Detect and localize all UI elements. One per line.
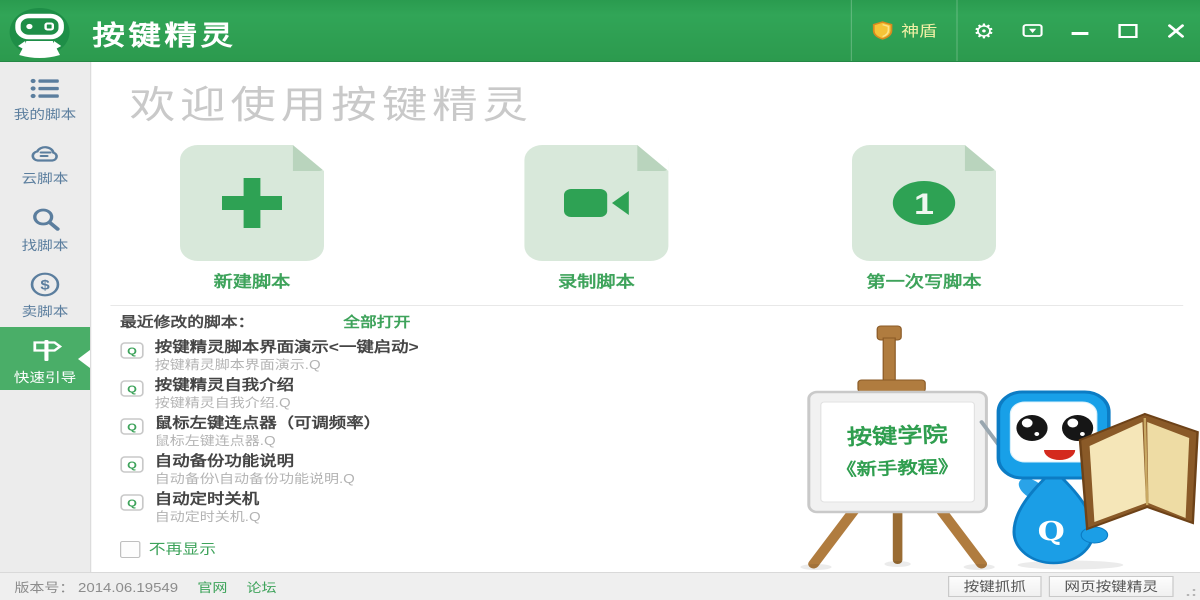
- titlebar-controls: 神盾 ⚙: [848, 0, 1200, 61]
- key-grab-button[interactable]: 按键抓抓: [948, 576, 1042, 597]
- close-button[interactable]: [1152, 0, 1200, 61]
- svg-text:Q: Q: [127, 498, 137, 509]
- shield-badge[interactable]: 神盾: [854, 0, 954, 61]
- tray-menu-icon[interactable]: [1008, 0, 1056, 61]
- recent-script-row[interactable]: Q 按键精灵自我介绍 按键精灵自我介绍.Q: [120, 378, 744, 411]
- sidebar-item-label: 卖脚本: [22, 301, 69, 320]
- script-filename: 按键精灵脚本界面演示.Q: [155, 357, 419, 373]
- card-label: 录制脚本: [524, 268, 668, 292]
- gear-icon[interactable]: ⚙: [960, 0, 1008, 61]
- title-bar: 按键精灵 神盾 ⚙: [0, 0, 1200, 62]
- minimize-button[interactable]: [1056, 0, 1104, 61]
- recent-script-row[interactable]: Q 鼠标左键连点器（可调频率） 鼠标左键连点器.Q: [120, 416, 744, 449]
- app-logo-robot-icon: [8, 6, 70, 58]
- script-title: 自动定时关机: [155, 492, 261, 509]
- script-filename: 按键精灵自我介绍.Q: [155, 395, 294, 411]
- search-icon: [31, 207, 60, 231]
- recent-script-row[interactable]: Q 按键精灵脚本界面演示<一键启动> 按键精灵脚本界面演示.Q: [120, 340, 744, 373]
- svg-text:$: $: [40, 278, 50, 293]
- script-doc-icon: Q: [120, 342, 144, 359]
- forum-link[interactable]: 论坛: [247, 577, 277, 596]
- main-content: 欢迎使用按键精灵 新建脚本 录制脚本: [92, 62, 1200, 572]
- sidebar-item-label: 找脚本: [22, 235, 69, 254]
- svg-text:Q: Q: [127, 346, 137, 357]
- sidebar-item-label: 云脚本: [22, 168, 69, 187]
- sidebar-item-label: 快速引导: [14, 367, 76, 386]
- svg-text:Q: Q: [127, 384, 137, 395]
- list-icon: [30, 77, 60, 100]
- script-doc-icon: Q: [120, 494, 144, 511]
- status-bar: 版本号：2014.06.19549 官网 论坛 按键抓抓 网页按键精灵: [0, 572, 1200, 600]
- dont-show-checkbox[interactable]: [120, 541, 140, 558]
- script-doc-icon: Q: [120, 418, 144, 435]
- official-site-link[interactable]: 官网: [197, 577, 227, 596]
- recent-script-row[interactable]: Q 自动备份功能说明 自动备份\自动备份功能说明.Q: [120, 454, 744, 487]
- svg-text:Q: Q: [127, 422, 137, 433]
- svg-text:按键学院: 按键学院: [846, 423, 948, 449]
- signpost-icon: [28, 337, 62, 363]
- svg-text:1: 1: [914, 188, 934, 221]
- script-filename: 鼠标左键连点器.Q: [155, 433, 381, 449]
- sidebar-item-label: 我的脚本: [14, 104, 76, 123]
- section-divider: [110, 305, 1183, 306]
- script-filename: 自动定时关机.Q: [155, 509, 261, 525]
- sidebar: 我的脚本 云脚本 找脚本 $ 卖脚本: [0, 62, 91, 572]
- welcome-heading: 欢迎使用按键精灵: [130, 74, 533, 129]
- whiteboard: 按键学院 《新手教程》: [809, 392, 987, 512]
- dollar-icon: $: [30, 272, 60, 297]
- new-script-card[interactable]: 新建脚本: [180, 145, 324, 292]
- titlebar-separator: [956, 0, 957, 61]
- tutorial-illustration: 按键学院 《新手教程》 Q: [792, 322, 1200, 570]
- record-script-card[interactable]: 录制脚本: [524, 145, 668, 292]
- number-one-icon: 1: [890, 179, 957, 227]
- app-window: 按键精灵 神盾 ⚙: [0, 0, 1200, 600]
- recent-scripts-header: 最近修改的脚本：: [120, 314, 254, 330]
- script-title: 鼠标左键连点器（可调频率）: [155, 416, 381, 433]
- script-doc-icon: Q: [120, 380, 144, 397]
- script-filename: 自动备份\自动备份功能说明.Q: [155, 471, 355, 487]
- dont-show-again[interactable]: 不再显示: [120, 539, 216, 559]
- recent-script-row[interactable]: Q 自动定时关机 自动定时关机.Q: [120, 492, 744, 525]
- app-title: 按键精灵: [92, 14, 236, 53]
- titlebar-separator: [851, 0, 852, 61]
- resize-grip[interactable]: [1183, 586, 1195, 596]
- sidebar-item-sell-scripts[interactable]: $ 卖脚本: [0, 262, 90, 327]
- sidebar-item-quick-guide[interactable]: 快速引导: [0, 327, 90, 390]
- open-all-link[interactable]: 全部打开: [343, 312, 410, 332]
- svg-text:Q: Q: [127, 460, 137, 471]
- plus-icon: [217, 174, 287, 232]
- script-title: 自动备份功能说明: [155, 454, 355, 471]
- web-anjian-button[interactable]: 网页按键精灵: [1049, 576, 1174, 597]
- sidebar-item-cloud-scripts[interactable]: 云脚本: [0, 132, 90, 197]
- version-number: 2014.06.19549: [78, 581, 178, 595]
- sidebar-item-my-scripts[interactable]: 我的脚本: [0, 67, 90, 132]
- script-title: 按键精灵自我介绍: [155, 378, 294, 395]
- card-label: 第一次写脚本: [852, 268, 996, 292]
- svg-text:Q: Q: [1038, 516, 1065, 547]
- shield-icon: [871, 21, 894, 40]
- first-script-card[interactable]: 1 第一次写脚本: [852, 145, 996, 292]
- video-camera-icon: [562, 183, 632, 223]
- cloud-icon: [28, 142, 62, 164]
- maximize-button[interactable]: [1104, 0, 1152, 61]
- recent-scripts-section: 最近修改的脚本： 全部打开 Q 按键精灵脚本界面演示<一键启动> 按键精灵脚本界…: [120, 312, 744, 530]
- svg-text:《新手教程》: 《新手教程》: [836, 456, 959, 479]
- script-doc-icon: Q: [120, 456, 144, 473]
- sidebar-item-find-scripts[interactable]: 找脚本: [0, 197, 90, 262]
- dont-show-label: 不再显示: [149, 539, 216, 559]
- shield-badge-label: 神盾: [901, 20, 937, 41]
- script-title: 按键精灵脚本界面演示<一键启动>: [155, 340, 419, 357]
- version-label: 版本号：2014.06.19549: [14, 577, 178, 596]
- card-label: 新建脚本: [180, 268, 324, 292]
